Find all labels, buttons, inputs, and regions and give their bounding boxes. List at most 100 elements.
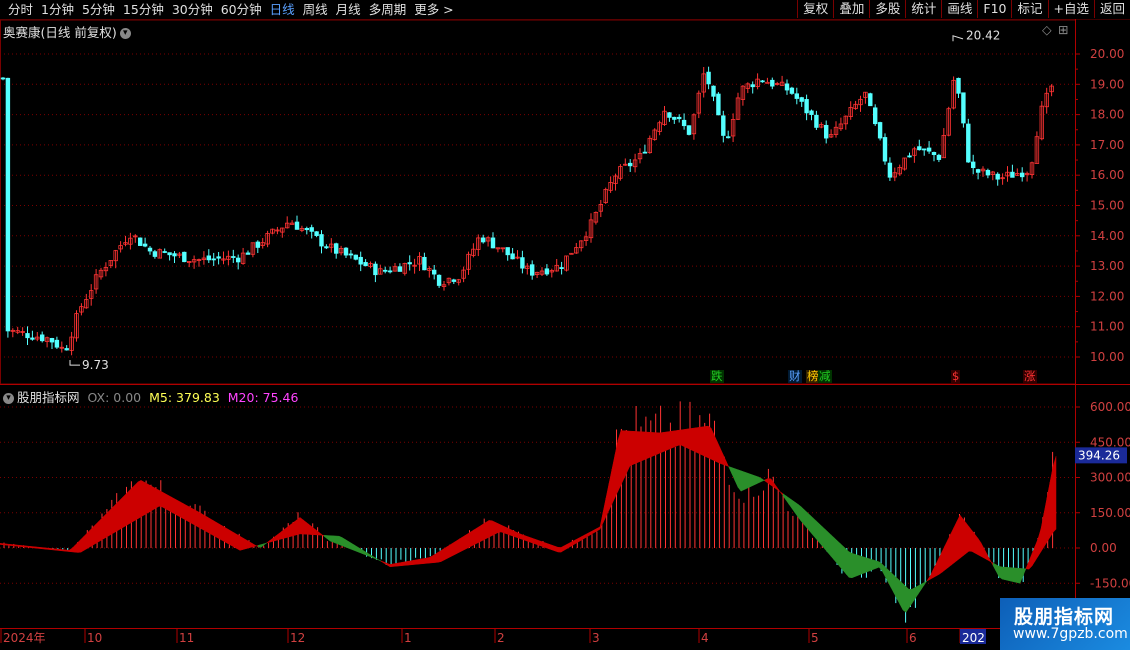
period-tab-8[interactable]: 月线: [332, 1, 365, 18]
indicator-band: [785, 495, 790, 506]
indicator-band: [1004, 566, 1009, 581]
candle-body: [147, 247, 153, 252]
price-tick-label: 15.00: [1090, 199, 1124, 213]
indicator-band: [470, 529, 475, 547]
indicator-band: [128, 487, 133, 525]
indicator-band: [791, 499, 796, 514]
indicator-band: [284, 526, 289, 539]
indicator-band: [977, 537, 982, 557]
candle-body: [245, 252, 251, 255]
indicator-band: [572, 539, 577, 546]
candle-body: [431, 269, 437, 275]
indicator-band: [695, 427, 700, 454]
indicator-band: [179, 501, 184, 519]
candle-body: [907, 155, 912, 158]
date-label: 4: [701, 631, 709, 645]
indicator-band: [602, 497, 607, 523]
action-button-8[interactable]: 返回: [1093, 0, 1130, 18]
indicator-band: [176, 499, 181, 518]
indicator-band: [863, 556, 868, 574]
candle-body: [480, 237, 486, 243]
period-tab-2[interactable]: 5分钟: [78, 1, 119, 18]
candle-body: [343, 247, 349, 256]
indicator-band: [452, 540, 457, 556]
candle-body: [382, 269, 388, 272]
action-button-1[interactable]: 叠加: [833, 0, 869, 18]
indicator-band: [50, 548, 55, 551]
grid-menu-icon[interactable]: ⊞: [1058, 22, 1068, 37]
period-tab-10[interactable]: 更多 >: [410, 1, 457, 18]
indicator-band: [44, 547, 49, 550]
indicator-band: [956, 514, 961, 562]
main-panel-title[interactable]: 奥赛康(日线 前复权) ▾: [3, 22, 131, 41]
indicator-panel-title[interactable]: ▾ 股朋指标网 OX: 0.00 M5: 379.83 M20: 75.46: [3, 387, 298, 406]
indicator-band: [806, 511, 811, 533]
indicator-band: [80, 535, 85, 553]
high-marker-arrow: [952, 35, 964, 42]
indicator-band: [47, 547, 52, 550]
indicator-band: [377, 559, 382, 562]
indicator-band: [224, 527, 229, 545]
indicator-band: [740, 470, 745, 492]
date-label: 1: [404, 631, 412, 645]
indicator-band: [389, 563, 394, 568]
period-tab-7[interactable]: 周线: [299, 1, 332, 18]
event-badge-4[interactable]: $: [951, 370, 961, 383]
diamond-icon[interactable]: ◇: [1042, 22, 1052, 37]
indicator-band: [827, 531, 832, 557]
event-badge-0[interactable]: 跌: [710, 370, 724, 383]
period-tab-5[interactable]: 60分钟: [217, 1, 266, 18]
indicator-band: [1010, 567, 1015, 583]
indicator-band: [539, 540, 544, 548]
candle-body: [544, 268, 550, 275]
indicator-band: [563, 543, 568, 551]
settings-icon[interactable]: ▾: [119, 28, 131, 39]
candle-body: [255, 241, 260, 248]
period-tab-3[interactable]: 15分钟: [119, 1, 168, 18]
event-badge-3[interactable]: 减: [818, 370, 832, 383]
indicator-band: [305, 521, 310, 535]
candle-body: [182, 251, 187, 263]
action-button-3[interactable]: 统计: [905, 0, 941, 18]
indicator-band: [674, 430, 679, 448]
action-button-2[interactable]: 多股: [869, 0, 905, 18]
indicator-band: [755, 475, 760, 485]
action-button-6[interactable]: 标记: [1011, 0, 1047, 18]
period-tab-6[interactable]: 日线: [266, 1, 299, 18]
indicator-band: [509, 528, 514, 537]
m5-value: M5: 379.83: [149, 390, 220, 405]
indicator-band: [881, 563, 886, 577]
indicator-band: [857, 554, 862, 576]
indicator-band: [137, 479, 142, 520]
indicator-band: [35, 546, 40, 549]
indicator-band: [866, 557, 871, 573]
candle-body: [770, 79, 775, 87]
indicator-band: [497, 523, 502, 533]
action-button-4[interactable]: 画线: [941, 0, 977, 18]
indicator-band: [947, 533, 952, 569]
indicator-band: [293, 519, 298, 536]
indicator-band: [815, 520, 820, 543]
action-button-7[interactable]: +自选: [1047, 0, 1094, 18]
indicator-settings-icon[interactable]: ▾: [3, 393, 14, 404]
action-button-5[interactable]: F10: [977, 0, 1011, 18]
indicator-band: [206, 516, 211, 535]
price-tick-label: 20.00: [1090, 47, 1124, 61]
event-badge-1[interactable]: 财: [788, 370, 802, 383]
date-label: 12: [290, 631, 305, 645]
indicator-band: [404, 560, 409, 566]
indicator-band: [434, 551, 439, 563]
event-badge-5[interactable]: 涨: [1023, 370, 1037, 383]
period-tab-0[interactable]: 分时: [4, 1, 37, 18]
period-tab-1[interactable]: 1分钟: [37, 1, 78, 18]
period-tab-9[interactable]: 多周期: [365, 1, 411, 18]
action-button-0[interactable]: 复权: [797, 0, 833, 18]
period-tab-4[interactable]: 30分钟: [168, 1, 217, 18]
candle-body: [162, 251, 167, 253]
stock-chart-canvas[interactable]: 20.0019.0018.0017.0016.0015.0014.0013.00…: [0, 19, 1130, 650]
indicator-band: [239, 535, 244, 551]
indicator-band: [344, 538, 349, 549]
candle-body: [966, 123, 971, 163]
indicator-band: [944, 539, 949, 571]
candle-body: [309, 227, 314, 232]
